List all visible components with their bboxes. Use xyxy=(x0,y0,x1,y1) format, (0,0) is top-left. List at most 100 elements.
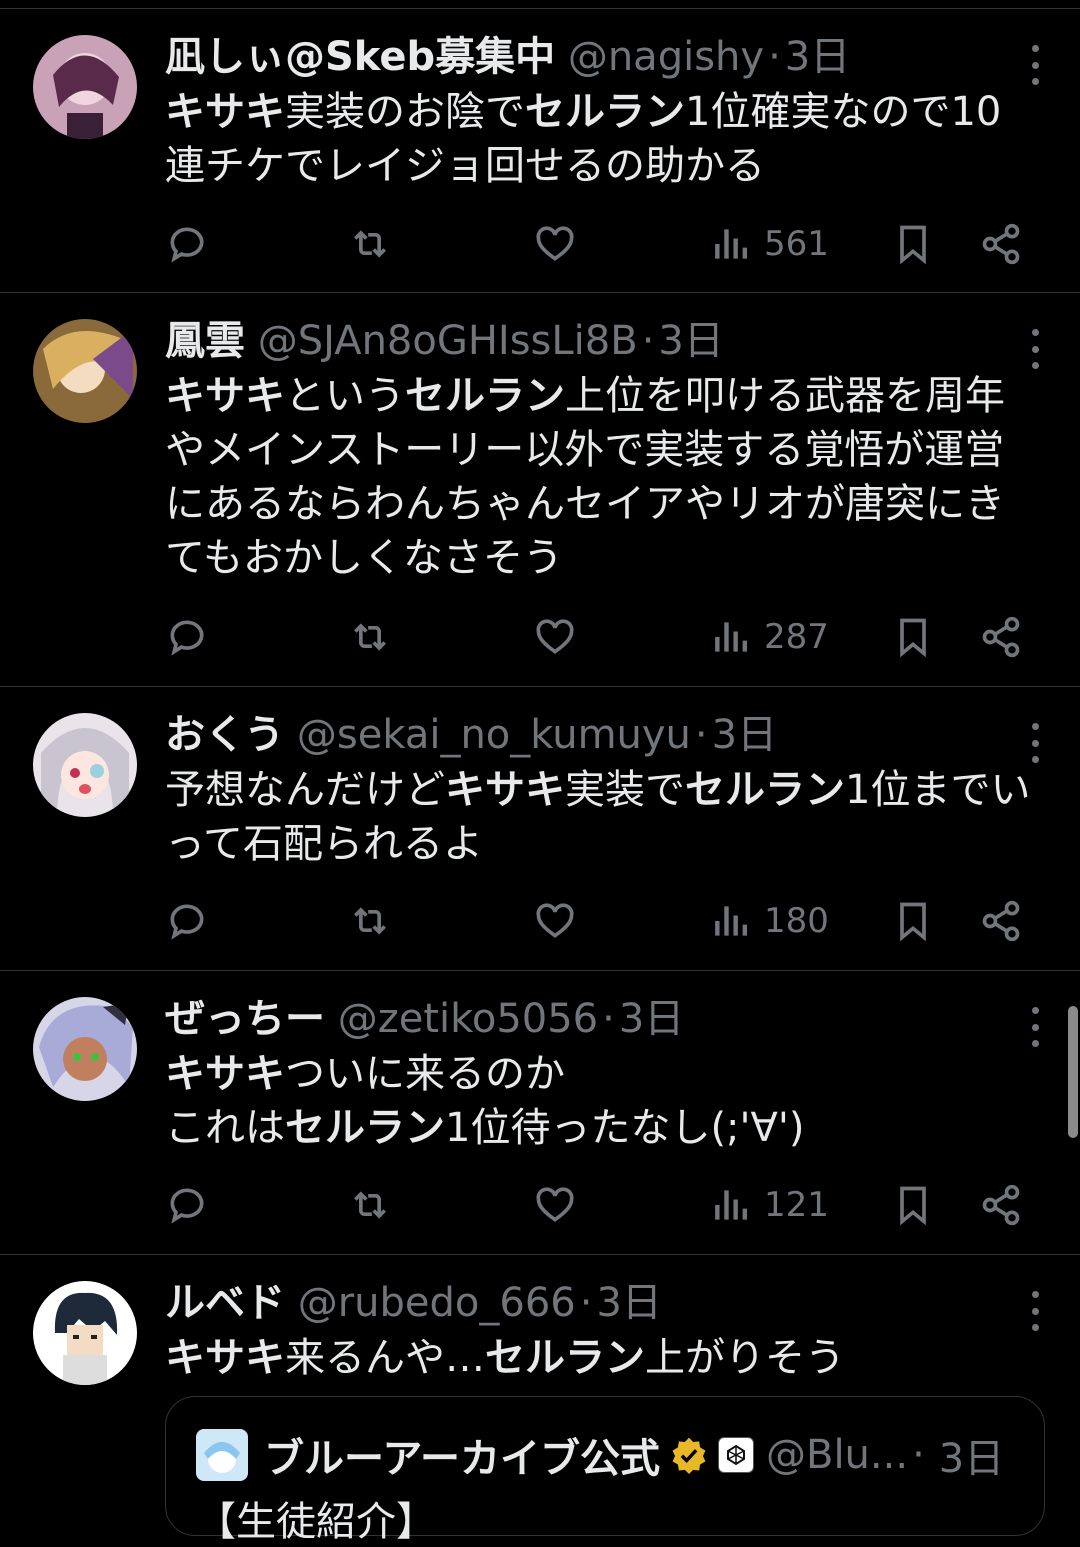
avatar[interactable] xyxy=(33,713,137,817)
tweet-header: 凪しぃ@Skeb募集中 @nagishy · 3日 xyxy=(165,29,1040,85)
reply-icon xyxy=(170,227,204,263)
avatar[interactable] xyxy=(33,1281,137,1385)
like-icon xyxy=(536,903,574,938)
tweet-text: 予想なんだけどキサキ実装でセルラン1位までいって石配られるよ xyxy=(165,763,1040,871)
timestamp[interactable]: 3日 xyxy=(712,712,777,758)
views-count: 287 xyxy=(764,617,829,657)
bookmark-icon xyxy=(900,902,926,942)
views-button[interactable]: 287 xyxy=(710,607,829,667)
separator-dot: · xyxy=(641,318,655,364)
views-icon xyxy=(715,906,748,936)
action-bar: 561 xyxy=(165,214,1040,274)
share-icon xyxy=(982,1184,1020,1226)
bookmark-button[interactable] xyxy=(891,607,935,667)
quoted-tweet-card[interactable]: ブルーアーカイブ公式 @Blu... · 3日 【生徒紹介】 xyxy=(165,1396,1045,1545)
display-name[interactable]: ルベド xyxy=(165,1280,285,1326)
user-handle[interactable]: @sekai_no_kumuyu xyxy=(297,712,691,758)
views-button[interactable]: 180 xyxy=(710,891,829,951)
highlight-term: キサキ xyxy=(165,89,285,135)
retweet-button[interactable] xyxy=(348,607,392,667)
views-button[interactable]: 121 xyxy=(710,1175,829,1235)
retweet-button[interactable] xyxy=(348,891,392,951)
avatar[interactable] xyxy=(33,997,137,1101)
tweet[interactable]: おくう @sekai_no_kumuyu · 3日 予想なんだけどキサキ実装でセルラ… xyxy=(0,687,1080,971)
quoted-user-handle[interactable]: @Blu... xyxy=(766,1432,908,1478)
highlight-term: セルラン xyxy=(485,1335,645,1381)
views-icon xyxy=(715,622,748,652)
reply-button[interactable] xyxy=(165,1175,209,1235)
like-button[interactable] xyxy=(533,891,577,951)
tweet[interactable]: 凪しぃ@Skeb募集中 @nagishy · 3日 キサキ実装のお陰でセルラン1位確… xyxy=(0,9,1080,293)
highlight-term: キサキ xyxy=(165,373,285,419)
retweet-icon xyxy=(354,1191,386,1219)
quoted-avatar[interactable] xyxy=(196,1429,248,1481)
more-icon[interactable] xyxy=(1026,329,1044,369)
affiliate-badge-icon xyxy=(718,1437,754,1473)
share-icon xyxy=(982,223,1020,265)
timeline-feed: 凪しぃ@Skeb募集中 @nagishy · 3日 キサキ実装のお陰でセルラン1位確… xyxy=(0,8,1080,1515)
highlight-term: セルラン xyxy=(525,89,685,135)
more-icon[interactable] xyxy=(1026,723,1044,763)
more-icon[interactable] xyxy=(1026,45,1044,85)
share-button[interactable] xyxy=(979,607,1023,667)
user-handle[interactable]: @zetiko5056 xyxy=(338,996,598,1042)
user-handle[interactable]: @SJAn8oGHIssLi8B xyxy=(258,318,638,364)
retweet-button[interactable] xyxy=(348,1175,392,1235)
reply-button[interactable] xyxy=(165,214,209,274)
tweet[interactable]: ぜっちー @zetiko5056 · 3日 キサキついに来るのか これはセルラン1位… xyxy=(0,971,1080,1255)
highlight-term: セルラン xyxy=(285,1105,445,1151)
quoted-timestamp[interactable]: 3日 xyxy=(939,1426,1004,1484)
timestamp[interactable]: 3日 xyxy=(658,318,723,364)
quoted-display-name[interactable]: ブルーアーカイブ公式 xyxy=(264,1426,660,1484)
views-icon xyxy=(715,1190,748,1220)
share-icon xyxy=(982,616,1020,658)
display-name[interactable]: 凪しぃ@Skeb募集中 xyxy=(165,34,555,80)
bookmark-icon xyxy=(900,618,926,658)
scrollbar[interactable] xyxy=(1068,1006,1078,1138)
share-button[interactable] xyxy=(979,1175,1023,1235)
display-name[interactable]: おくう xyxy=(165,712,284,758)
views-count: 121 xyxy=(764,1185,829,1225)
quoted-tweet-text: 【生徒紹介】 xyxy=(196,1499,436,1545)
like-button[interactable] xyxy=(533,607,577,667)
avatar[interactable] xyxy=(33,319,137,423)
user-handle[interactable]: @rubedo_666 xyxy=(298,1280,576,1326)
like-button[interactable] xyxy=(533,1175,577,1235)
reply-button[interactable] xyxy=(165,607,209,667)
text-segment: という xyxy=(285,373,405,419)
bookmark-button[interactable] xyxy=(891,1175,935,1235)
reply-button[interactable] xyxy=(165,891,209,951)
tweet-text: キサキ来るんや…セルラン上がりそう xyxy=(165,1331,1040,1385)
tweet[interactable]: 鳳雲 @SJAn8oGHIssLi8B · 3日 キサキというセルラン上位を叩ける武… xyxy=(0,293,1080,687)
views-icon xyxy=(715,229,748,259)
display-name[interactable]: ぜっちー xyxy=(165,996,325,1042)
verified-badge-icon xyxy=(672,1437,706,1474)
timestamp[interactable]: 3日 xyxy=(619,996,684,1042)
avatar[interactable] xyxy=(33,35,137,139)
retweet-icon xyxy=(354,623,386,651)
share-button[interactable] xyxy=(979,891,1023,951)
more-icon[interactable] xyxy=(1026,1007,1044,1047)
like-button[interactable] xyxy=(533,214,577,274)
tweet-text: キサキというセルラン上位を叩ける武器を周年やメインストーリー以外で実装する覚悟が… xyxy=(165,369,1040,585)
action-bar: 180 xyxy=(165,891,1040,951)
highlight-term: キサキ xyxy=(165,1051,285,1097)
more-icon[interactable] xyxy=(1026,1291,1044,1331)
tweet-text: キサキついに来るのか これはセルラン1位待ったなし(;'∀') xyxy=(165,1047,1040,1155)
reply-icon xyxy=(170,620,204,656)
separator-dot: · xyxy=(694,712,708,758)
display-name[interactable]: 鳳雲 xyxy=(165,318,245,364)
bookmark-button[interactable] xyxy=(891,214,935,274)
timestamp[interactable]: 3日 xyxy=(785,34,850,80)
share-button[interactable] xyxy=(979,214,1023,274)
timestamp[interactable]: 3日 xyxy=(596,1280,661,1326)
user-handle[interactable]: @nagishy xyxy=(568,34,764,80)
quoted-tweet-header: ブルーアーカイブ公式 @Blu... · 3日 xyxy=(196,1427,1004,1483)
highlight-term: セルラン xyxy=(405,373,565,419)
views-button[interactable]: 561 xyxy=(710,214,829,274)
bookmark-button[interactable] xyxy=(891,891,935,951)
retweet-button[interactable] xyxy=(348,214,392,274)
like-icon xyxy=(536,226,574,261)
like-icon xyxy=(536,1187,574,1222)
separator-dot: · xyxy=(579,1280,593,1326)
